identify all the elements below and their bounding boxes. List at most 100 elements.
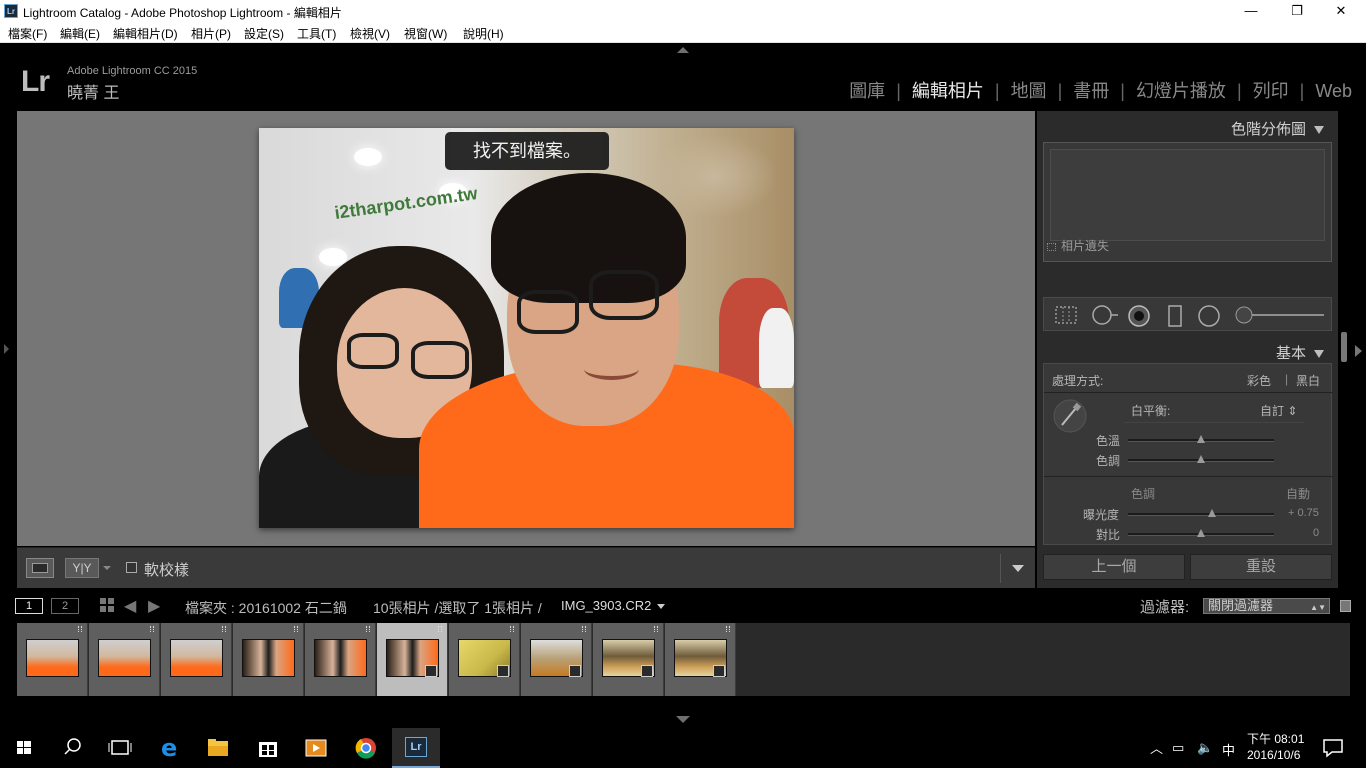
treatment-label: 處理方式: (1052, 374, 1104, 388)
module-web[interactable]: Web (1315, 81, 1352, 102)
exposure-slider-thumb[interactable] (1208, 509, 1216, 517)
lr-logo: Lr (21, 65, 50, 98)
action-center-icon[interactable] (1322, 738, 1344, 758)
chrome-icon[interactable] (342, 728, 390, 768)
menu-develop[interactable]: 編輯相片(D) (113, 25, 178, 42)
filter-select[interactable]: 關閉過濾器 ▲▼ (1203, 598, 1330, 614)
menu-file[interactable]: 檔案(F) (8, 25, 47, 42)
store-icon[interactable] (244, 728, 292, 768)
filmstrip-thumbnail[interactable] (377, 623, 448, 696)
basic-header[interactable]: 基本 (1276, 342, 1324, 363)
photo-preview[interactable]: i2tharpot.com.tw 找不到檔案。 (259, 128, 794, 528)
restore-button[interactable]: ❐ (1274, 0, 1320, 22)
filmstrip-thumbnail[interactable] (161, 623, 232, 696)
filename-dropdown-icon[interactable] (657, 604, 665, 609)
red-eye-icon[interactable] (1128, 305, 1150, 327)
filmstrip-thumbnail[interactable] (449, 623, 520, 696)
filmstrip-thumbnail[interactable] (89, 623, 160, 696)
before-after-dropdown-icon[interactable] (103, 566, 111, 570)
filmstrip-source[interactable]: 檔案夾 : 20161002 石二鍋 (185, 598, 347, 618)
soft-proof-checkbox[interactable] (126, 562, 137, 573)
menu-view[interactable]: 檢視(V) (350, 25, 390, 42)
crop-overlay-icon[interactable] (1054, 305, 1078, 325)
flag-badge-icon (510, 626, 514, 632)
filmstrip-thumbnail[interactable] (521, 623, 592, 696)
minimize-button[interactable]: — (1228, 0, 1274, 22)
menu-edit[interactable]: 編輯(E) (60, 25, 100, 42)
filter-lock-icon[interactable] (1340, 600, 1351, 612)
module-divider: | (1299, 81, 1305, 101)
collapse-triangle-icon[interactable] (1314, 350, 1324, 359)
left-panel-collapsed[interactable] (0, 110, 16, 590)
temp-slider[interactable] (1128, 435, 1274, 443)
input-method-indicator[interactable]: 中 (1222, 740, 1235, 759)
menu-photo[interactable]: 相片(P) (191, 25, 231, 42)
main-screen-button[interactable]: 1 (15, 598, 43, 614)
module-book[interactable]: 書冊 (1073, 77, 1109, 103)
filmstrip-thumbnail[interactable] (665, 623, 736, 696)
collapse-top-panel-icon[interactable] (677, 47, 689, 53)
collapse-right-panel-icon[interactable] (1355, 345, 1362, 357)
show-hidden-icons-icon[interactable]: ︿ (1150, 738, 1163, 757)
module-slideshow[interactable]: 幻燈片播放 (1136, 77, 1226, 103)
image-work-area[interactable]: i2tharpot.com.tw 找不到檔案。 (17, 111, 1035, 546)
treatment-bw-button[interactable]: 黑白 (1296, 372, 1320, 389)
white-balance-selector-icon[interactable] (1052, 398, 1088, 434)
right-panel-scrollbar[interactable] (1340, 111, 1350, 588)
module-develop[interactable]: 編輯相片 (912, 77, 984, 103)
file-explorer-icon[interactable] (194, 728, 242, 768)
grid-view-icon[interactable] (100, 598, 115, 613)
radial-filter-icon[interactable] (1198, 305, 1220, 327)
task-view-icon[interactable] (96, 728, 144, 768)
treatment-color-button[interactable]: 彩色 (1247, 372, 1271, 389)
menu-tools[interactable]: 工具(T) (297, 25, 336, 42)
exposure-value[interactable]: + 0.75 (1288, 507, 1319, 519)
menu-window[interactable]: 視窗(W) (404, 25, 447, 42)
filmstrip[interactable] (17, 623, 1350, 696)
search-icon[interactable] (48, 728, 96, 768)
reset-button[interactable]: 重設 (1190, 554, 1332, 580)
tint-slider-thumb[interactable] (1197, 455, 1205, 463)
before-after-button[interactable]: Y|Y (65, 558, 99, 578)
battery-icon[interactable]: ▭ (1172, 740, 1184, 756)
volume-icon[interactable]: 🔈 (1197, 740, 1213, 756)
white-balance-dropdown[interactable]: 自訂 ⇕ (1260, 402, 1297, 419)
collapse-triangle-icon[interactable] (1314, 126, 1324, 135)
exposure-slider[interactable] (1128, 509, 1274, 517)
expand-left-panel-icon[interactable] (4, 344, 9, 354)
filmstrip-thumbnail[interactable] (233, 623, 304, 696)
toolbar-content-menu-icon[interactable] (1012, 565, 1024, 572)
filmstrip-thumbnail[interactable] (305, 623, 376, 696)
second-screen-button[interactable]: 2 (51, 598, 79, 614)
tone-auto-button[interactable]: 自動 (1286, 485, 1310, 502)
temp-slider-thumb[interactable] (1197, 435, 1205, 443)
loupe-view-button[interactable] (26, 558, 54, 578)
contrast-slider[interactable] (1128, 529, 1274, 537)
module-print[interactable]: 列印 (1253, 77, 1289, 103)
scrollbar-thumb[interactable] (1341, 332, 1347, 362)
start-windows-icon[interactable] (0, 728, 48, 768)
forward-arrow-icon[interactable]: ▶ (148, 596, 160, 616)
filmstrip-thumbnail[interactable] (17, 623, 88, 696)
module-map[interactable]: 地圖 (1011, 77, 1047, 103)
filmstrip-thumbnail[interactable] (593, 623, 664, 696)
contrast-slider-thumb[interactable] (1197, 529, 1205, 537)
close-button[interactable]: ✕ (1318, 0, 1364, 22)
edge-browser-icon[interactable]: e (146, 728, 194, 768)
menu-settings[interactable]: 設定(S) (244, 25, 284, 42)
histogram-header[interactable]: 色階分佈圖 (1231, 118, 1324, 139)
lightroom-taskbar-item[interactable]: Lr (392, 728, 440, 768)
current-filename[interactable]: IMG_3903.CR2 (561, 598, 651, 613)
menu-help[interactable]: 說明(H) (463, 25, 504, 42)
tint-slider[interactable] (1128, 455, 1274, 463)
module-library[interactable]: 圖庫 (849, 77, 885, 103)
spot-removal-icon[interactable] (1091, 305, 1121, 325)
previous-button[interactable]: 上一個 (1043, 554, 1185, 580)
adjustment-brush-icon[interactable] (1234, 305, 1326, 325)
contrast-value[interactable]: 0 (1313, 527, 1319, 539)
collapse-filmstrip-icon[interactable] (676, 716, 690, 723)
clock[interactable]: 下午 08:01 2016/10/6 (1247, 731, 1304, 763)
media-player-icon[interactable] (292, 728, 340, 768)
back-arrow-icon[interactable]: ◀ (124, 596, 136, 616)
graduated-filter-icon[interactable] (1168, 305, 1182, 327)
